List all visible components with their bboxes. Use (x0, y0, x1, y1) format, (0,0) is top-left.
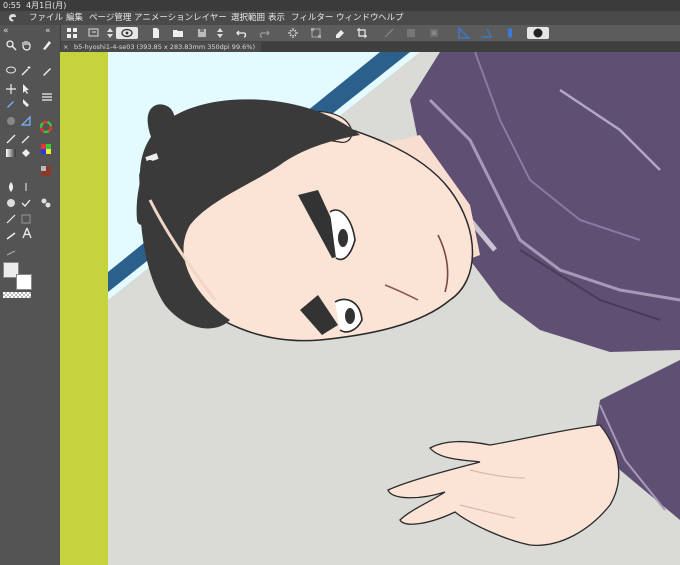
pen-pressure-icon[interactable] (504, 27, 516, 39)
menu-file[interactable]: ファイル (29, 11, 63, 25)
pencil-icon[interactable] (41, 65, 53, 77)
menu-selection[interactable]: 選択範囲 (231, 11, 265, 25)
zoom-icon[interactable] (5, 39, 17, 51)
drop-icon[interactable] (5, 181, 17, 193)
color-wheel-icon[interactable] (40, 121, 52, 133)
eraser-icon[interactable] (334, 27, 346, 39)
move-layer-icon[interactable] (5, 83, 17, 95)
clock: 0:55 (3, 1, 21, 10)
ruler-icon[interactable] (458, 27, 470, 39)
selection-pen-icon[interactable] (20, 97, 32, 109)
menu-bar: ファイル 編集 ページ管理 アニメーション レイヤー 選択範囲 表示 フィルター… (0, 11, 680, 25)
deselect-icon[interactable] (383, 27, 395, 39)
menu-window[interactable]: ウィンドウ (336, 11, 379, 25)
ruler-triangle-icon[interactable] (20, 115, 32, 127)
updown-arrows-icon[interactable] (214, 27, 223, 39)
open-folder-icon[interactable] (172, 27, 184, 39)
fill-selection-icon[interactable] (405, 27, 417, 39)
menu-filter[interactable]: フィルター (291, 11, 333, 25)
perspective-ruler-icon[interactable] (480, 27, 492, 39)
magic-wand-icon[interactable] (20, 65, 32, 77)
sub-color-swatch[interactable] (16, 274, 32, 290)
check-icon[interactable] (20, 197, 32, 209)
blur-icon[interactable] (5, 197, 17, 209)
redo-icon[interactable] (258, 27, 270, 39)
eyedropper-icon[interactable] (5, 97, 17, 109)
balloon-icon[interactable] (5, 229, 17, 241)
menu-help[interactable]: ヘルプ (378, 11, 404, 25)
status-bar: 0:55 4月1日(月) (0, 0, 680, 11)
sub-tool-icon[interactable] (40, 197, 52, 209)
brush-icon[interactable] (41, 91, 53, 103)
figure-pen-icon[interactable] (20, 133, 32, 145)
correction-line-icon[interactable] (5, 133, 17, 145)
menu-edit[interactable]: 編集 (66, 11, 83, 25)
help-button[interactable] (527, 27, 549, 39)
clip-studio-icon[interactable] (8, 13, 18, 23)
lasso-icon[interactable] (5, 65, 17, 77)
undo-icon[interactable] (236, 27, 248, 39)
color-set-icon[interactable] (40, 143, 52, 155)
document-title: b5-hyoshi1-4-se03 (393.85 x 283.83mm 350… (74, 43, 255, 51)
new-file-icon[interactable] (150, 27, 162, 39)
document-tab-bar: × b5-hyoshi1-4-se03 (393.85 x 283.83mm 3… (60, 42, 680, 52)
tool-panel: « « (0, 25, 61, 565)
app-logo-button[interactable] (116, 27, 138, 39)
sparkle-icon[interactable] (287, 27, 299, 39)
transform-icon[interactable] (310, 27, 322, 39)
transparent-color-swatch[interactable] (3, 292, 31, 298)
object-select-icon[interactable] (20, 83, 32, 95)
blend-icon[interactable] (5, 115, 17, 127)
command-bar (0, 25, 680, 42)
line-tool-icon[interactable] (5, 213, 17, 225)
collapse-panel-icon[interactable]: « (45, 26, 51, 36)
document-tab[interactable]: × b5-hyoshi1-4-se03 (393.85 x 283.83mm 3… (60, 42, 261, 52)
menu-animation[interactable]: アニメーション (134, 11, 193, 25)
close-tab-icon[interactable]: × (63, 42, 68, 52)
text-cursor-icon[interactable] (20, 181, 32, 193)
crop-icon[interactable] (356, 27, 368, 39)
save-icon[interactable] (196, 27, 208, 39)
updown-arrows-icon[interactable] (104, 27, 113, 39)
artwork-illustration (60, 52, 680, 565)
hand-icon[interactable] (20, 39, 32, 51)
text-tool-icon[interactable] (21, 227, 33, 239)
gradient-icon[interactable] (5, 147, 17, 159)
intermediate-color-icon[interactable] (40, 165, 52, 177)
menu-view[interactable]: 表示 (268, 11, 285, 25)
canvas[interactable] (60, 52, 680, 565)
date: 4月1日(月) (26, 1, 67, 10)
fill-icon[interactable] (20, 147, 32, 159)
display-icon[interactable] (88, 27, 100, 39)
invert-selection-icon[interactable] (428, 27, 440, 39)
grid-icon[interactable] (66, 27, 78, 39)
decoration-icon[interactable] (5, 245, 17, 257)
collapse-panel-icon[interactable]: « (3, 26, 9, 36)
frame-icon[interactable] (20, 213, 32, 225)
pen-tool-icon[interactable] (41, 39, 53, 51)
menu-page[interactable]: ページ管理 (89, 11, 131, 25)
menu-layer[interactable]: レイヤー (193, 11, 227, 25)
